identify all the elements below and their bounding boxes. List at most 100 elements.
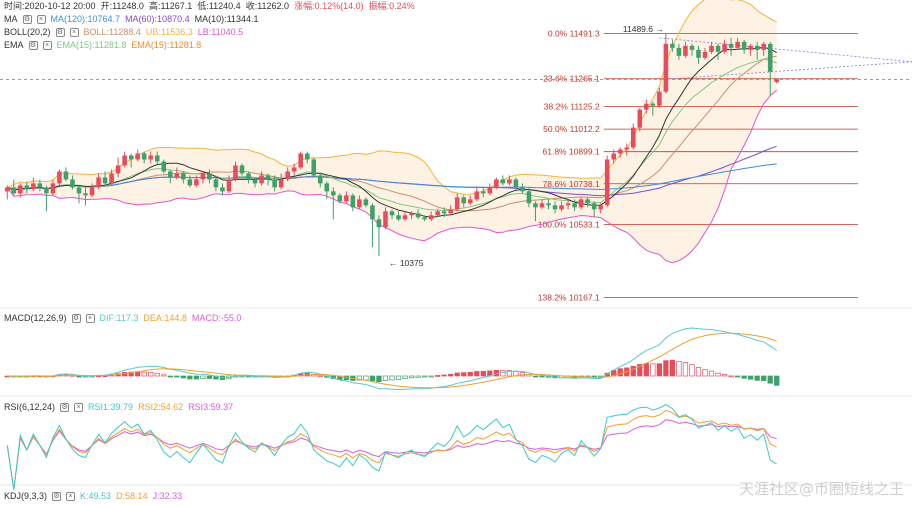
- amplitude-label: 振幅:0.24%: [368, 1, 415, 11]
- candle-body: [357, 199, 362, 208]
- chart-canvas: 0.0% 11491.3 23.6% 11265.1 38.2% 11125.2 50…: [0, 0, 912, 490]
- macd-hist-bar: [382, 375, 389, 381]
- candle-body: [89, 187, 95, 196]
- settings-icon[interactable]: ⚙: [55, 28, 65, 37]
- candle-body: [696, 49, 701, 58]
- candle-body: [63, 171, 69, 180]
- macd-legend: MACD(12,26,9) ⚙ × DIF:117.3 DEA:144.8 MAC…: [4, 312, 246, 325]
- candle-body: [298, 153, 303, 168]
- price-annotation: ← 10375: [389, 258, 424, 268]
- candle-body: [683, 45, 688, 56]
- candle-body: [761, 43, 766, 50]
- macd-hist-bar: [748, 375, 754, 380]
- macd-hist-bar: [767, 375, 773, 384]
- macd-hist-bar: [421, 375, 428, 378]
- candle-body: [728, 43, 734, 48]
- close-icon[interactable]: ×: [69, 28, 79, 37]
- candle-body: [83, 193, 88, 196]
- macd-hist-bar: [402, 375, 408, 380]
- fib-label: 23.6% 11265.1: [543, 74, 600, 84]
- macd-hist-bar: [441, 374, 447, 377]
- ema-legend: EMA ⚙ × EMA(15):11281.8 EMA(15):11281.8: [4, 39, 206, 52]
- change-label: 涨幅:0.12%(14.0): [294, 1, 364, 11]
- candle-body: [585, 199, 590, 204]
- macd-value: MACD:-55.0: [191, 313, 242, 323]
- macd-hist-bar: [689, 364, 695, 377]
- macd-hist-bar: [754, 375, 760, 381]
- macd-label: MACD(12,26,9): [4, 313, 67, 323]
- candle-body: [200, 173, 206, 180]
- j-value: J:32.33: [152, 491, 183, 501]
- candle-body: [246, 173, 251, 180]
- macd-hist-bar: [148, 372, 154, 377]
- candle-body: [591, 203, 597, 210]
- settings-icon[interactable]: ⚙: [71, 314, 81, 323]
- candle-body: [722, 43, 727, 52]
- candle-body: [324, 183, 330, 192]
- ma-label: MA: [4, 14, 18, 24]
- candle-body: [481, 191, 486, 194]
- candle-body: [428, 215, 434, 220]
- settings-icon[interactable]: ⚙: [22, 15, 32, 24]
- macd-hist-bar: [369, 375, 376, 382]
- candle-body: [31, 183, 36, 190]
- dif-value: DIF:117.3: [99, 313, 139, 323]
- settings-icon[interactable]: ⚙: [60, 403, 70, 412]
- candle-body: [389, 211, 395, 216]
- low-label: 低:11240.4: [197, 1, 241, 11]
- candle-body: [50, 183, 56, 194]
- candle-body: [533, 203, 538, 208]
- macd-hist-bar: [161, 374, 167, 377]
- close-icon[interactable]: ×: [66, 492, 76, 501]
- candle-body: [233, 165, 238, 180]
- candle-body: [630, 127, 636, 148]
- rsi2-value: RSI2:54.62: [138, 402, 184, 412]
- macd-hist-bar: [174, 375, 180, 378]
- macd-hist-bar: [702, 369, 708, 377]
- candle-body: [317, 175, 323, 184]
- candle-body: [513, 179, 519, 188]
- rsi3-value: RSI3:59.37: [188, 402, 234, 412]
- rsi-legend: RSI(6,12,24) ⚙ × RSI1:39.79 RSI2:54.62 RS…: [4, 401, 238, 414]
- macd-hist-bar: [454, 372, 460, 377]
- macd-hist-bar: [656, 363, 662, 377]
- ma120-value: MA(120):10764.7: [50, 14, 121, 24]
- candle-body: [715, 45, 721, 52]
- boll-value: BOLL:11288.4: [83, 27, 141, 37]
- close-icon[interactable]: ×: [36, 15, 46, 24]
- macd-hist-bar: [428, 375, 434, 378]
- candle-body: [644, 103, 649, 110]
- candle-body: [546, 203, 551, 206]
- candle-body: [604, 159, 610, 206]
- candle-body: [213, 179, 219, 188]
- candle-body: [709, 45, 714, 52]
- ma60-value: MA(60):10870.4: [125, 14, 190, 24]
- macd-hist-bar: [408, 375, 415, 379]
- close-icon[interactable]: ×: [42, 41, 52, 50]
- candle-body: [754, 45, 760, 50]
- candle-body: [259, 175, 264, 184]
- settings-icon[interactable]: ⚙: [28, 41, 38, 50]
- kdj-label: KDJ(9,3,3): [4, 491, 48, 501]
- candle-body: [741, 41, 747, 50]
- macd-hist-bar: [741, 375, 747, 379]
- candle-body: [520, 187, 525, 192]
- candle-body: [57, 171, 62, 184]
- fib-label: 100.0% 10533.1: [538, 220, 600, 230]
- macd-hist-bar: [708, 370, 715, 377]
- candle-body: [441, 211, 447, 214]
- settings-icon[interactable]: ⚙: [52, 492, 62, 501]
- macd-hist-bar: [669, 359, 676, 377]
- close-icon[interactable]: ×: [74, 403, 84, 412]
- macd-hist-bar: [206, 375, 213, 379]
- close-icon[interactable]: ×: [85, 314, 95, 323]
- candle-body: [76, 187, 82, 194]
- candle-body: [291, 167, 297, 172]
- candle-body: [187, 179, 193, 186]
- ma-legend: MA ⚙ × MA(120):10764.7 MA(60):10870.4 MA(…: [4, 13, 263, 26]
- candle-body: [552, 205, 558, 210]
- candle-body: [350, 195, 356, 208]
- macd-hist-bar: [193, 375, 200, 380]
- price-annotation: 11489.6 →: [623, 24, 664, 34]
- macd-hist-bar: [774, 375, 780, 386]
